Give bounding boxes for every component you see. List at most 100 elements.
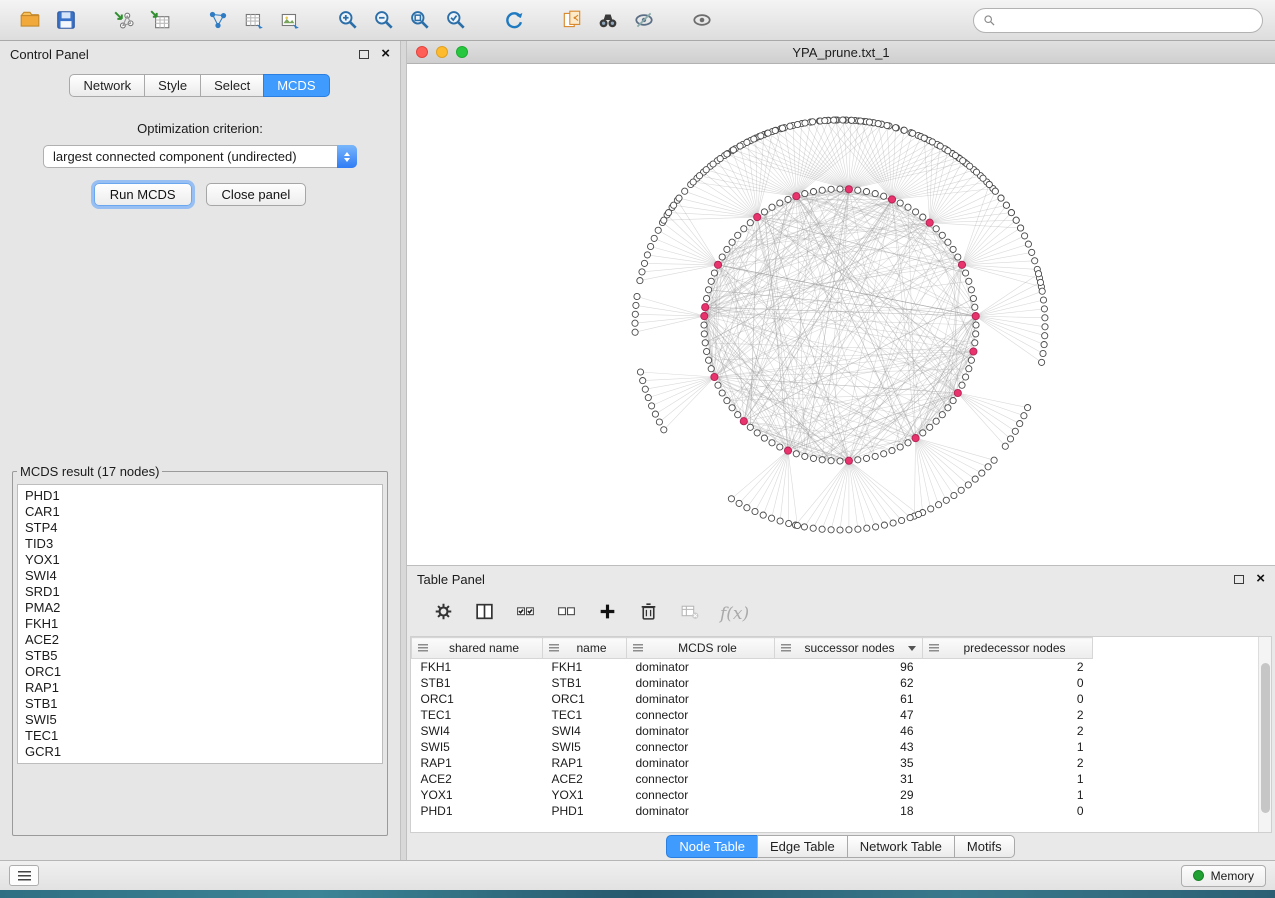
close-window-icon[interactable] [416,46,428,58]
criterion-dropdown[interactable]: largest connected component (undirected) [43,145,357,168]
close-panel-button[interactable]: Close panel [206,183,307,206]
table-row[interactable]: SWI4SWI4dominator462 [412,723,1093,739]
memory-button[interactable]: Memory [1181,865,1266,887]
column-menu-icon[interactable] [418,644,428,652]
refresh-view-button[interactable] [496,5,532,35]
table-row[interactable]: SWI5SWI5connector431 [412,739,1093,755]
mcds-result-title: MCDS result (17 nodes) [17,464,162,479]
network-window-titlebar[interactable]: YPA_prune.txt_1 [407,41,1275,64]
cell: 29 [775,787,923,803]
export-network-button[interactable] [200,5,236,35]
zoom-selected-button[interactable] [438,5,474,35]
select-all-button[interactable] [515,601,536,627]
zoom-out-button[interactable] [366,5,402,35]
search-input[interactable] [1002,12,1253,29]
zoom-fit-button[interactable] [402,5,438,35]
show-columns-button[interactable] [474,601,495,627]
column-menu-icon[interactable] [549,644,559,652]
tab-node-table[interactable]: Node Table [666,835,758,858]
float-table-panel-icon[interactable] [1234,575,1244,584]
close-table-panel-icon[interactable]: × [1256,573,1265,585]
save-session-button[interactable] [48,5,84,35]
table-row[interactable]: PHD1PHD1dominator180 [412,803,1093,819]
mcds-result-item[interactable]: YOX1 [18,552,382,568]
mcds-result-item[interactable]: RAP1 [18,680,382,696]
zoom-in-button[interactable] [330,5,366,35]
status-menu-button[interactable] [9,865,39,886]
table-row[interactable]: TEC1TEC1connector472 [412,707,1093,723]
mcds-result-item[interactable]: PHD1 [18,488,382,504]
first-neighbors-button[interactable] [590,5,626,35]
main-toolbar [0,0,1275,41]
cell: dominator [627,659,775,675]
open-file-button[interactable] [12,5,48,35]
mcds-result-item[interactable]: SRD1 [18,584,382,600]
maximize-window-icon[interactable] [456,46,468,58]
column-header-shared-name[interactable]: shared name [412,638,543,659]
column-menu-icon[interactable] [929,644,939,652]
export-table-button[interactable] [236,5,272,35]
float-panel-icon[interactable] [359,50,369,59]
column-header-MCDS-role[interactable]: MCDS role [627,638,775,659]
mcds-result-item[interactable]: STB1 [18,696,382,712]
column-header-name[interactable]: name [543,638,627,659]
mcds-result-item[interactable]: TEC1 [18,728,382,744]
mcds-result-item[interactable]: STP4 [18,520,382,536]
table-row[interactable]: YOX1YOX1connector291 [412,787,1093,803]
cell: dominator [627,755,775,771]
column-header-successor-nodes[interactable]: successor nodes [775,638,923,659]
column-header-predecessor-nodes[interactable]: predecessor nodes [923,638,1093,659]
mcds-result-item[interactable]: ORC1 [18,664,382,680]
mcds-result-item[interactable]: PMA2 [18,600,382,616]
mcds-result-item[interactable]: ACE2 [18,632,382,648]
minimize-window-icon[interactable] [436,46,448,58]
import-network-button[interactable] [106,5,142,35]
tab-network-table[interactable]: Network Table [847,835,955,858]
dropdown-stepper-icon[interactable] [337,145,357,168]
mcds-result-item[interactable]: FKH1 [18,616,382,632]
tab-motifs[interactable]: Motifs [954,835,1015,858]
status-bar: Memory [0,860,1275,890]
deselect-all-button[interactable] [556,601,577,627]
table-row[interactable]: FKH1FKH1dominator962 [412,659,1093,675]
cell: dominator [627,691,775,707]
network-view[interactable] [407,64,1275,565]
open-folder-icon [19,9,41,31]
table-scrollbar-thumb[interactable] [1261,663,1270,813]
mcds-result-item[interactable]: GCR1 [18,744,382,760]
table-row[interactable]: ACE2ACE2connector311 [412,771,1093,787]
column-menu-icon[interactable] [633,644,643,652]
table-settings-button[interactable] [433,601,454,627]
table-row[interactable]: STB1STB1dominator620 [412,675,1093,691]
tab-mcds[interactable]: MCDS [263,74,329,97]
delete-rows-button[interactable] [638,601,659,627]
clone-network-button[interactable] [554,5,590,35]
search-field[interactable] [973,8,1263,33]
mcds-result-item[interactable]: STB5 [18,648,382,664]
table-row[interactable]: ORC1ORC1dominator610 [412,691,1093,707]
add-row-button[interactable] [597,601,618,627]
mcds-result-item[interactable]: CAR1 [18,504,382,520]
mcds-result-item[interactable]: SWI5 [18,712,382,728]
tab-network[interactable]: Network [69,74,145,97]
table-scrollbar[interactable] [1258,637,1271,832]
hide-selected-button[interactable] [684,5,720,35]
vertical-splitter[interactable] [400,41,407,860]
table-row[interactable]: RAP1RAP1dominator352 [412,755,1093,771]
export-image-button[interactable] [272,5,308,35]
mcds-result-item[interactable]: SWI4 [18,568,382,584]
show-graphics-details-button[interactable] [626,5,662,35]
tab-style[interactable]: Style [144,74,201,97]
close-panel-icon[interactable]: × [381,48,390,60]
mcds-result-item[interactable]: TID3 [18,536,382,552]
columns-icon [474,601,495,622]
tab-select[interactable]: Select [200,74,264,97]
delete-table-button[interactable] [679,601,700,627]
run-mcds-button[interactable]: Run MCDS [94,183,192,206]
cell: connector [627,787,775,803]
network-canvas-svg[interactable] [407,64,1275,565]
tab-edge-table[interactable]: Edge Table [757,835,848,858]
function-builder-button[interactable]: f(x) [720,604,749,624]
column-menu-icon[interactable] [781,644,791,652]
import-table-button[interactable] [142,5,178,35]
